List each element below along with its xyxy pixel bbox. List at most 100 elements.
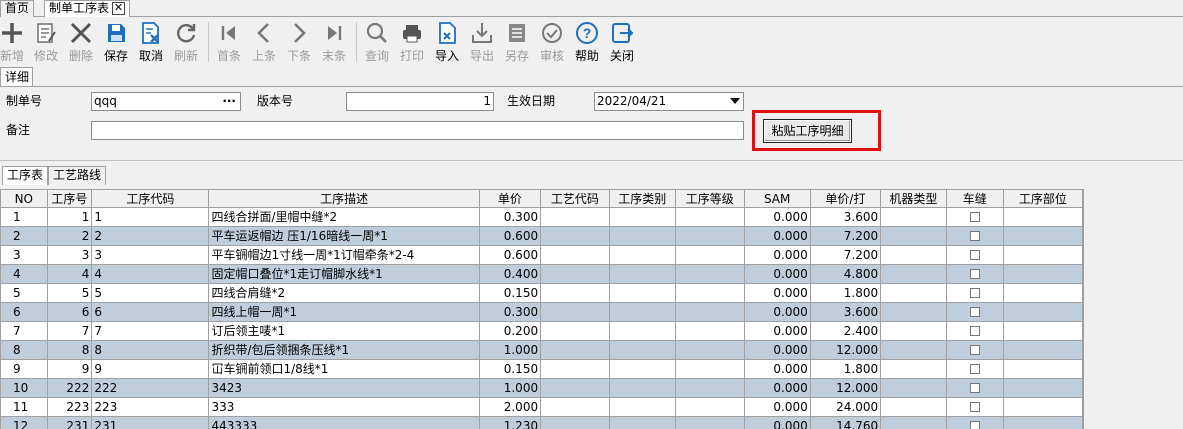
help-button[interactable]: ? 帮助 [570,18,604,66]
table-row[interactable]: 6 6 6 四线上帽一周*1 0.300 0.000 3.600 [0,302,1083,322]
process-code-cell[interactable]: 231 [91,416,210,429]
table-row[interactable]: 12 231 231 443333 1.230 0.000 14.760 [0,416,1083,429]
export-button[interactable]: 导出 [465,18,499,66]
process-seq-cell[interactable]: 222 [46,378,93,398]
tab-home[interactable]: 首页 [0,0,35,17]
row-no-cell[interactable]: 8 [0,340,48,360]
close-button[interactable]: 关闭 [605,18,639,66]
process-desc-cell[interactable]: 3423 [208,378,480,398]
process-seq-cell[interactable]: 8 [46,340,93,360]
process-category-cell[interactable] [608,416,677,429]
process-desc-cell[interactable]: 冚车锎前领口1/8线*1 [208,359,480,379]
dozen-price-cell[interactable]: 2.400 [809,321,882,341]
process-category-cell[interactable] [608,245,677,265]
process-code-cell[interactable]: 222 [91,378,210,398]
lookup-ellipsis-icon[interactable]: ··· [222,93,236,110]
column-header[interactable]: SAM [743,189,811,208]
process-code-cell[interactable]: 7 [91,321,210,341]
sam-cell[interactable]: 0.000 [743,416,811,429]
sewing-cell[interactable] [945,378,1004,398]
machine-type-cell[interactable] [880,340,947,360]
process-grade-cell[interactable] [675,321,745,341]
process-grade-cell[interactable] [675,245,745,265]
process-grade-cell[interactable] [675,359,745,379]
table-row[interactable]: 1 1 1 四线合拼面/里帽中缝*2 0.300 0.000 3.600 [0,207,1083,227]
column-header[interactable]: 机器类型 [880,189,947,208]
row-no-cell[interactable]: 9 [0,359,48,379]
process-desc-cell[interactable]: 四线合拼面/里帽中缝*2 [208,207,480,227]
process-desc-cell[interactable]: 四线合肩缝*2 [208,283,480,303]
table-row[interactable]: 7 7 7 订后领主唛*1 0.200 0.000 2.400 [0,321,1083,341]
query-button[interactable]: 查询 [360,18,394,66]
chevron-down-icon[interactable] [730,98,740,104]
sewing-checkbox[interactable] [969,211,980,222]
process-code-cell[interactable]: 4 [91,264,210,284]
column-header[interactable]: 工序等级 [675,189,745,208]
sewing-checkbox[interactable] [969,306,980,317]
craft-code-cell[interactable] [540,207,610,227]
process-grade-cell[interactable] [675,207,745,227]
sam-cell[interactable]: 0.000 [743,207,811,227]
dozen-price-cell[interactable]: 4.800 [809,264,882,284]
sewing-cell[interactable] [945,264,1004,284]
version-field[interactable]: 1 [346,92,494,111]
sewing-cell[interactable] [945,226,1004,246]
sewing-cell[interactable] [945,283,1004,303]
sewing-cell[interactable] [945,302,1004,322]
dozen-price-cell[interactable]: 12.000 [809,340,882,360]
process-grade-cell[interactable] [675,416,745,429]
process-seq-cell[interactable]: 231 [46,416,93,429]
process-seq-cell[interactable]: 9 [46,359,93,379]
row-no-cell[interactable]: 10 [0,378,48,398]
row-no-cell[interactable]: 12 [0,416,48,429]
craft-code-cell[interactable] [540,264,610,284]
sewing-checkbox[interactable] [969,325,980,336]
process-category-cell[interactable] [608,321,677,341]
dozen-price-cell[interactable]: 3.600 [809,302,882,322]
row-no-cell[interactable]: 5 [0,283,48,303]
process-desc-cell[interactable]: 四线上帽一周*1 [208,302,480,322]
process-grade-cell[interactable] [675,302,745,322]
sewing-checkbox[interactable] [969,363,980,374]
sewing-checkbox[interactable] [969,268,980,279]
process-seq-cell[interactable]: 7 [46,321,93,341]
process-seq-cell[interactable]: 6 [46,302,93,322]
sewing-cell[interactable] [945,207,1004,227]
process-code-cell[interactable]: 9 [91,359,210,379]
remark-field[interactable] [91,121,744,140]
process-part-cell[interactable] [1002,226,1083,246]
process-desc-cell[interactable]: 平车运返帽边 压1/16暗线一周*1 [208,226,480,246]
table-row[interactable]: 8 8 8 折织带/包后领捆条压线*1 1.000 0.000 12.000 [0,340,1083,360]
unit-price-cell[interactable]: 2.000 [478,397,542,417]
unit-price-cell[interactable]: 0.150 [478,283,542,303]
process-category-cell[interactable] [608,378,677,398]
process-grade-cell[interactable] [675,340,745,360]
unit-price-cell[interactable]: 1.000 [478,340,542,360]
sam-cell[interactable]: 0.000 [743,321,811,341]
table-row[interactable]: 2 2 2 平车运返帽边 压1/16暗线一周*1 0.600 0.000 7.200 [0,226,1083,246]
process-code-cell[interactable]: 5 [91,283,210,303]
row-no-cell[interactable]: 6 [0,302,48,322]
process-category-cell[interactable] [608,283,677,303]
process-seq-cell[interactable]: 1 [46,207,93,227]
process-grade-cell[interactable] [675,264,745,284]
dozen-price-cell[interactable]: 7.200 [809,245,882,265]
column-header[interactable]: 工序代码 [91,189,210,208]
dozen-price-cell[interactable]: 12.000 [809,378,882,398]
machine-type-cell[interactable] [880,416,947,429]
row-no-cell[interactable]: 2 [0,226,48,246]
dozen-price-cell[interactable]: 24.000 [809,397,882,417]
delete-button[interactable]: 删除 [64,18,98,66]
last-button[interactable]: 末条 [317,18,351,66]
sewing-checkbox[interactable] [969,230,980,241]
process-category-cell[interactable] [608,302,677,322]
column-header[interactable]: 工序号 [46,189,93,208]
process-category-cell[interactable] [608,264,677,284]
process-part-cell[interactable] [1002,264,1083,284]
process-part-cell[interactable] [1002,340,1083,360]
sam-cell[interactable]: 0.000 [743,340,811,360]
sewing-checkbox[interactable] [969,382,980,393]
table-row[interactable]: 5 5 5 四线合肩缝*2 0.150 0.000 1.800 [0,283,1083,303]
process-desc-cell[interactable]: 折织带/包后领捆条压线*1 [208,340,480,360]
unit-price-cell[interactable]: 0.150 [478,359,542,379]
